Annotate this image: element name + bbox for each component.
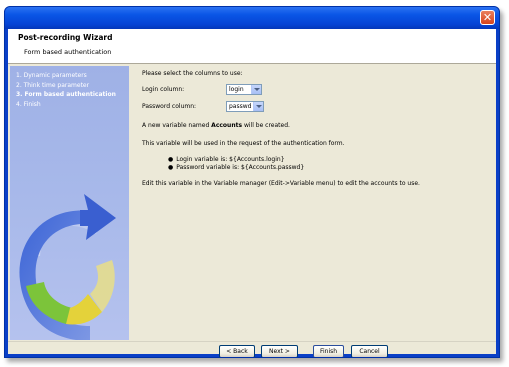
wizard-client: Post-recording Wizard Form based authent… [8,29,496,357]
wizard-window: ✕ Post-recording Wizard Form based authe… [4,6,500,358]
cancel-button[interactable]: Cancel [351,345,388,357]
wizard-graphic [19,194,116,340]
variable-created-prefix: A new variable named [142,122,212,129]
password-column-value: passwd [229,103,252,110]
finish-button[interactable]: Finish [313,345,344,357]
step-subtitle: Form based authentication [24,48,112,56]
login-column-value: login [229,86,244,93]
variable-created-suffix: will be created. [242,122,290,129]
wizard-title: Post-recording Wizard [18,33,113,42]
button-bar-divider [8,341,496,342]
chevron-down-icon[interactable] [253,102,263,111]
usage-text: This variable will be used in the reques… [142,140,345,147]
close-icon: ✕ [482,11,493,24]
login-variable-bullet: Login variable is: ${Accounts.login} [168,156,284,163]
next-button[interactable]: Next > [261,345,298,357]
step-item-think-time: 2. Think time parameter [16,81,90,89]
title-bar[interactable]: ✕ [5,7,499,29]
step-item-dynamic-parameters: 1. Dynamic parameters [16,72,87,79]
variable-name: Accounts [211,122,243,129]
login-column-label: Login column: [142,86,185,93]
password-variable-bullet: Password variable is: ${Accounts.passwd} [168,164,304,171]
wizard-header: Post-recording Wizard Form based authent… [8,29,496,64]
close-button[interactable]: ✕ [480,10,495,25]
steps-sidebar: 1. Dynamic parameters 2. Think time para… [10,66,129,340]
edit-hint-text: Edit this variable in the Variable manag… [142,180,420,187]
login-column-select[interactable]: login [226,84,262,95]
back-button[interactable]: < Back [219,345,255,357]
step-item-finish: 4. Finish [16,100,41,108]
password-column-label: Password column: [142,103,197,110]
step-item-form-auth: 3. Form based authentication [16,91,116,98]
intro-text: Please select the columns to use: [142,70,243,77]
chevron-down-icon[interactable] [251,85,261,94]
password-column-select[interactable]: passwd [226,101,264,112]
variable-created-text: A new variable named Accounts will be cr… [142,122,290,129]
steps-list: 1. Dynamic parameters 2. Think time para… [16,71,116,109]
